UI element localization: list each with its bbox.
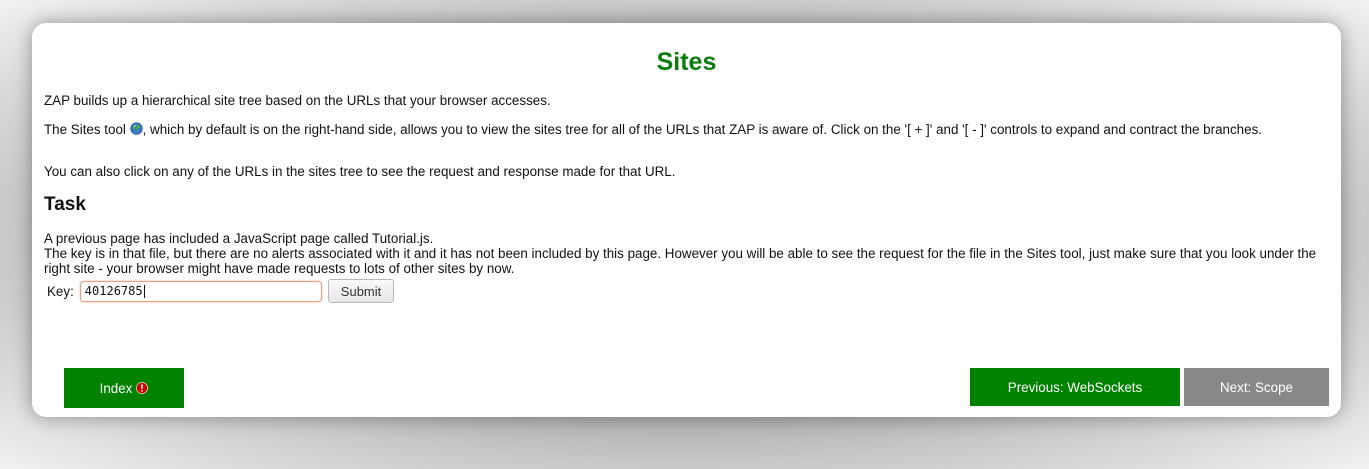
globe-icon bbox=[129, 122, 143, 135]
sites-tool-text: The Sites tool , which by default is on … bbox=[44, 122, 1328, 137]
alert-icon bbox=[136, 382, 149, 394]
sites-tool-text-prefix: The Sites tool bbox=[44, 122, 130, 137]
click-urls-text: You can also click on any of the URLs in… bbox=[44, 164, 676, 179]
sites-tool-text-suffix: , which by default is on the right-hand … bbox=[142, 122, 1262, 137]
key-input[interactable]: 40126785 bbox=[79, 280, 322, 302]
key-label: Key: bbox=[47, 283, 74, 299]
key-form: Key: 40126785 Submit bbox=[47, 279, 395, 303]
task-line-2: The key is in that file, but there are n… bbox=[44, 246, 1317, 276]
task-heading: Task bbox=[44, 194, 86, 215]
index-button-label: Index bbox=[99, 380, 133, 396]
submit-button[interactable]: Submit bbox=[327, 279, 395, 303]
previous-websockets-button[interactable]: Previous: WebSockets bbox=[970, 368, 1180, 406]
key-input-value: 40126785 bbox=[84, 284, 143, 298]
task-line-1: A previous page has included a JavaScrip… bbox=[44, 231, 434, 246]
next-scope-button[interactable]: Next: Scope bbox=[1184, 368, 1329, 406]
index-button[interactable]: Index bbox=[64, 368, 184, 408]
intro-text: ZAP builds up a hierarchical site tree b… bbox=[44, 93, 551, 108]
page-title: Sites bbox=[656, 48, 717, 76]
text-caret bbox=[143, 284, 145, 298]
tutorial-panel: Sites ZAP builds up a hierarchical site … bbox=[32, 23, 1341, 417]
